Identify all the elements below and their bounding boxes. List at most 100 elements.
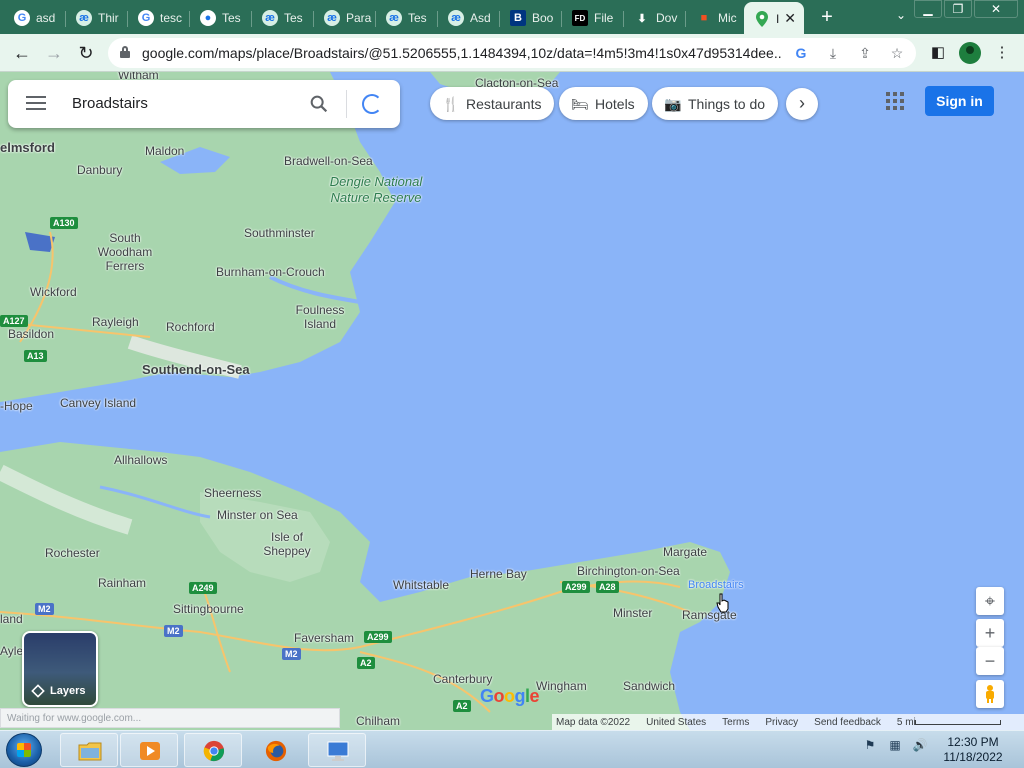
search-icon[interactable] [308, 93, 330, 115]
browser-tab[interactable]: æ Para [314, 3, 376, 33]
google-lens-icon[interactable]: G [792, 44, 810, 62]
taskbar-media-player[interactable] [120, 733, 178, 767]
zoom-out-button[interactable]: − [976, 647, 1004, 675]
browser-tab[interactable]: æ Asd [438, 3, 500, 33]
google-apps-grid-icon[interactable] [886, 92, 904, 110]
road-shield: M2 [164, 625, 183, 637]
pegman-icon[interactable] [976, 680, 1004, 708]
map-label-burnham[interactable]: Burnham-on-Crouch [216, 265, 325, 279]
map-label-faversham[interactable]: Faversham [294, 631, 354, 645]
map-label-sittingbourne[interactable]: Sittingbourne [173, 602, 244, 616]
map-label-hope[interactable]: -Hope [0, 399, 33, 413]
map-label-minster[interactable]: Minster [613, 606, 652, 620]
my-location-icon[interactable]: ⌖ [976, 587, 1004, 615]
address-bar[interactable]: google.com/maps/place/Broadstairs/@51.52… [108, 38, 916, 68]
browser-tab[interactable]: ■ Mic [686, 3, 748, 33]
map-label-south-woodham[interactable]: South Woodham Ferrers [94, 231, 156, 273]
map-label-chilham[interactable]: Chilham [356, 714, 400, 728]
scale-bar[interactable] [915, 720, 1001, 725]
map-label-basildon[interactable]: Basildon [8, 327, 54, 341]
map-canvas[interactable]: Witham Clacton-on-Sea elmsford Maldon Da… [0, 72, 1024, 730]
map-label-rochford[interactable]: Rochford [166, 320, 215, 334]
zoom-in-button[interactable]: + [976, 619, 1004, 647]
map-label-sandwich[interactable]: Sandwich [623, 679, 675, 693]
map-label-birchington[interactable]: Birchington-on-Sea [577, 564, 680, 578]
privacy-link[interactable]: Privacy [765, 717, 798, 728]
taskbar-remote-desktop[interactable] [308, 733, 366, 767]
search-box[interactable]: Broadstairs [8, 80, 400, 128]
map-label-maldon[interactable]: Maldon [145, 144, 184, 158]
close-tab-icon[interactable]: ✕ [784, 10, 796, 27]
close-window-button[interactable]: ✕ [974, 0, 1018, 18]
chip-restaurants[interactable]: 🍴 Restaurants [430, 87, 555, 120]
search-input[interactable]: Broadstairs [72, 95, 148, 112]
menu-kebab-icon[interactable]: ⋮ [992, 43, 1012, 63]
start-button[interactable] [6, 733, 42, 767]
map-label-canvey[interactable]: Canvey Island [60, 396, 136, 410]
tab-search-chevron-icon[interactable]: ⌄ [896, 8, 906, 22]
forward-arrow-icon[interactable]: → [42, 41, 66, 65]
browser-tab[interactable]: æ Tes [252, 3, 314, 33]
minimize-button[interactable]: ▁ [914, 0, 942, 18]
map-label-allhallows[interactable]: Allhallows [114, 453, 167, 467]
reload-icon[interactable]: ↻ [74, 41, 98, 65]
map-label-wingham[interactable]: Wingham [536, 679, 587, 693]
map-label-bradwell[interactable]: Bradwell-on-Sea [284, 154, 373, 168]
scale-label[interactable]: 5 mi [897, 717, 916, 728]
menu-hamburger-icon[interactable] [26, 96, 46, 112]
browser-tab[interactable]: B Boo [500, 3, 562, 33]
map-label-margate[interactable]: Margate [663, 545, 707, 559]
browser-tab[interactable]: Gtesc [128, 3, 190, 33]
map-label-land[interactable]: land [0, 612, 23, 626]
taskbar-chrome[interactable] [184, 733, 242, 767]
url-text[interactable]: google.com/maps/place/Broadstairs/@51.52… [142, 45, 782, 61]
map-label-aylesford[interactable]: Ayle [0, 644, 23, 658]
taskbar-clock[interactable]: 12:30 PM 11/18/2022 [940, 735, 1006, 765]
browser-tab[interactable]: ● Tes [190, 3, 252, 33]
map-label-isle-sheppey[interactable]: Isle of Sheppey [262, 530, 312, 558]
map-label-rainham[interactable]: Rainham [98, 576, 146, 590]
chip-things-to-do[interactable]: 📷 Things to do [652, 87, 779, 120]
action-center-flag-icon[interactable]: ⚑ [862, 737, 878, 753]
sign-in-button[interactable]: Sign in [925, 86, 994, 116]
terms-link[interactable]: Terms [722, 717, 749, 728]
chips-next-chevron-icon[interactable]: › [786, 88, 818, 120]
chip-hotels[interactable]: 🛏 Hotels [559, 87, 648, 120]
new-tab-button[interactable]: + [816, 6, 838, 28]
bookmark-star-icon[interactable]: ☆ [888, 44, 906, 62]
map-label-whitstable[interactable]: Whitstable [393, 578, 449, 592]
map-label-wickford[interactable]: Wickford [30, 285, 77, 299]
browser-tab[interactable]: Gasd [4, 3, 66, 33]
install-app-icon[interactable]: ⤓ [824, 44, 842, 62]
share-icon[interactable]: ⇪ [856, 44, 874, 62]
browser-tab[interactable]: æ Tes [376, 3, 438, 33]
map-label-canterbury[interactable]: Canterbury [433, 672, 492, 686]
map-label-danbury[interactable]: Danbury [77, 163, 122, 177]
taskbar-firefox[interactable] [246, 733, 304, 767]
side-panel-icon[interactable]: ◧ [928, 43, 948, 63]
network-icon[interactable]: ▦ [887, 737, 903, 753]
map-label-dengie[interactable]: Dengie National Nature Reserve [328, 174, 424, 206]
restore-button[interactable]: ❐ [944, 0, 972, 18]
back-arrow-icon[interactable]: ← [10, 41, 34, 65]
map-label-broadstairs[interactable]: Broadstairs [688, 579, 744, 591]
map-label-minster-sea[interactable]: Minster on Sea [217, 508, 298, 522]
map-label-foulness[interactable]: Foulness Island [294, 303, 346, 331]
map-label-chelmsford[interactable]: elmsford [0, 140, 55, 155]
map-label-southminster[interactable]: Southminster [244, 226, 315, 240]
country-link[interactable]: United States [646, 717, 706, 728]
map-label-sheerness[interactable]: Sheerness [204, 486, 261, 500]
browser-tab[interactable]: æ Thir [66, 3, 128, 33]
browser-tab[interactable]: FD File [562, 3, 624, 33]
taskbar-explorer[interactable] [60, 733, 118, 767]
profile-avatar[interactable] [959, 42, 981, 64]
map-label-southend[interactable]: Southend-on-Sea [142, 362, 250, 377]
map-label-rochester[interactable]: Rochester [45, 546, 100, 560]
volume-icon[interactable]: 🔊 [912, 737, 928, 753]
send-feedback-link[interactable]: Send feedback [814, 717, 881, 728]
browser-tab[interactable]: ⬇ Dov [624, 3, 686, 33]
tab-active-maps[interactable]: I ✕ [744, 2, 804, 36]
map-label-rayleigh[interactable]: Rayleigh [92, 315, 139, 329]
layers-button[interactable]: Layers [22, 631, 98, 707]
map-label-herne-bay[interactable]: Herne Bay [470, 567, 527, 581]
